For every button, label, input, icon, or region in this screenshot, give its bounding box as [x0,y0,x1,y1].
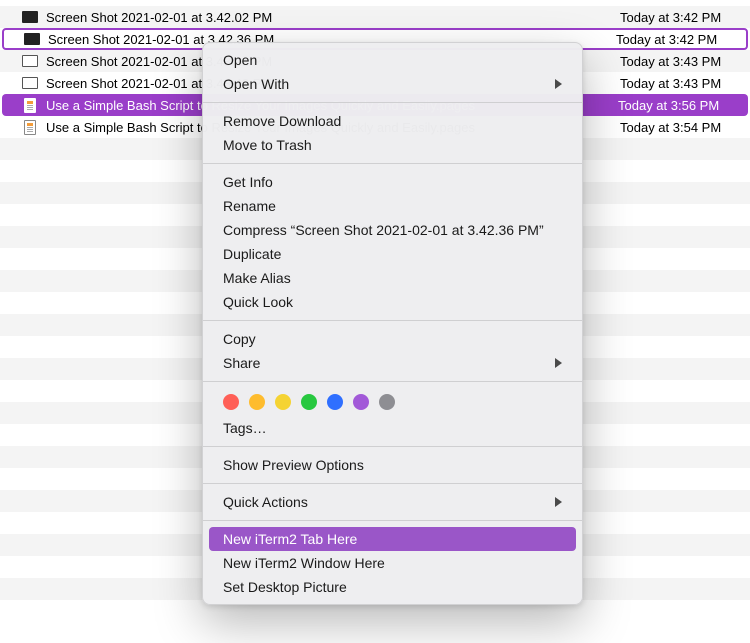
menu-label: Compress “Screen Shot 2021-02-01 at 3.42… [223,222,544,238]
tag-green[interactable] [301,394,317,410]
tag-red[interactable] [223,394,239,410]
menu-rename[interactable]: Rename [209,194,576,218]
menu-move-to-trash[interactable]: Move to Trash [209,133,576,157]
menu-compress[interactable]: Compress “Screen Shot 2021-02-01 at 3.42… [209,218,576,242]
menu-duplicate[interactable]: Duplicate [209,242,576,266]
tag-purple[interactable] [353,394,369,410]
menu-tags[interactable]: Tags… [209,416,576,440]
menu-label: Quick Look [223,294,293,310]
menu-label: Get Info [223,174,273,190]
tag-blue[interactable] [327,394,343,410]
menu-get-info[interactable]: Get Info [209,170,576,194]
menu-new-iterm2-tab[interactable]: New iTerm2 Tab Here [209,527,576,551]
menu-quick-look[interactable]: Quick Look [209,290,576,314]
tag-gray[interactable] [379,394,395,410]
menu-label: Quick Actions [223,494,308,510]
screenshot-icon [22,75,38,91]
pages-doc-icon [22,119,38,135]
file-date: Today at 3:56 PM [608,98,738,113]
pages-doc-icon [22,97,38,113]
tag-orange[interactable] [249,394,265,410]
menu-label: Tags… [223,420,267,436]
menu-label: Show Preview Options [223,457,364,473]
menu-open-with[interactable]: Open With [209,72,576,96]
menu-label: Move to Trash [223,137,312,153]
screenshot-icon [22,53,38,69]
menu-label: Duplicate [223,246,281,262]
chevron-right-icon [555,79,562,89]
menu-label: New iTerm2 Window Here [223,555,385,571]
screenshot-icon [24,31,40,47]
menu-label: Open With [223,76,289,92]
file-date: Today at 3:43 PM [610,54,740,69]
menu-label: Make Alias [223,270,291,286]
menu-separator [203,381,582,382]
file-date: Today at 3:43 PM [610,76,740,91]
menu-label: Set Desktop Picture [223,579,347,595]
menu-open[interactable]: Open [209,48,576,72]
menu-set-desktop-picture[interactable]: Set Desktop Picture [209,575,576,599]
menu-remove-download[interactable]: Remove Download [209,109,576,133]
menu-separator [203,163,582,164]
chevron-right-icon [555,358,562,368]
menu-label: Open [223,52,257,68]
screenshot-icon [22,9,38,25]
menu-new-iterm2-window[interactable]: New iTerm2 Window Here [209,551,576,575]
file-date: Today at 3:42 PM [610,10,740,25]
menu-label: New iTerm2 Tab Here [223,531,357,547]
tag-row [209,388,576,416]
menu-separator [203,446,582,447]
context-menu: Open Open With Remove Download Move to T… [202,42,583,605]
file-date: Today at 3:54 PM [610,120,740,135]
tag-yellow[interactable] [275,394,291,410]
file-date: Today at 3:42 PM [606,32,736,47]
menu-label: Share [223,355,260,371]
menu-quick-actions[interactable]: Quick Actions [209,490,576,514]
menu-label: Copy [223,331,256,347]
file-row[interactable]: Screen Shot 2021-02-01 at 3.42.02 PM Tod… [0,6,750,28]
menu-separator [203,320,582,321]
menu-separator [203,483,582,484]
menu-separator [203,102,582,103]
menu-label: Remove Download [223,113,341,129]
menu-make-alias[interactable]: Make Alias [209,266,576,290]
menu-show-preview-options[interactable]: Show Preview Options [209,453,576,477]
menu-separator [203,520,582,521]
menu-copy[interactable]: Copy [209,327,576,351]
menu-share[interactable]: Share [209,351,576,375]
menu-label: Rename [223,198,276,214]
chevron-right-icon [555,497,562,507]
file-name: Screen Shot 2021-02-01 at 3.42.02 PM [46,10,610,25]
